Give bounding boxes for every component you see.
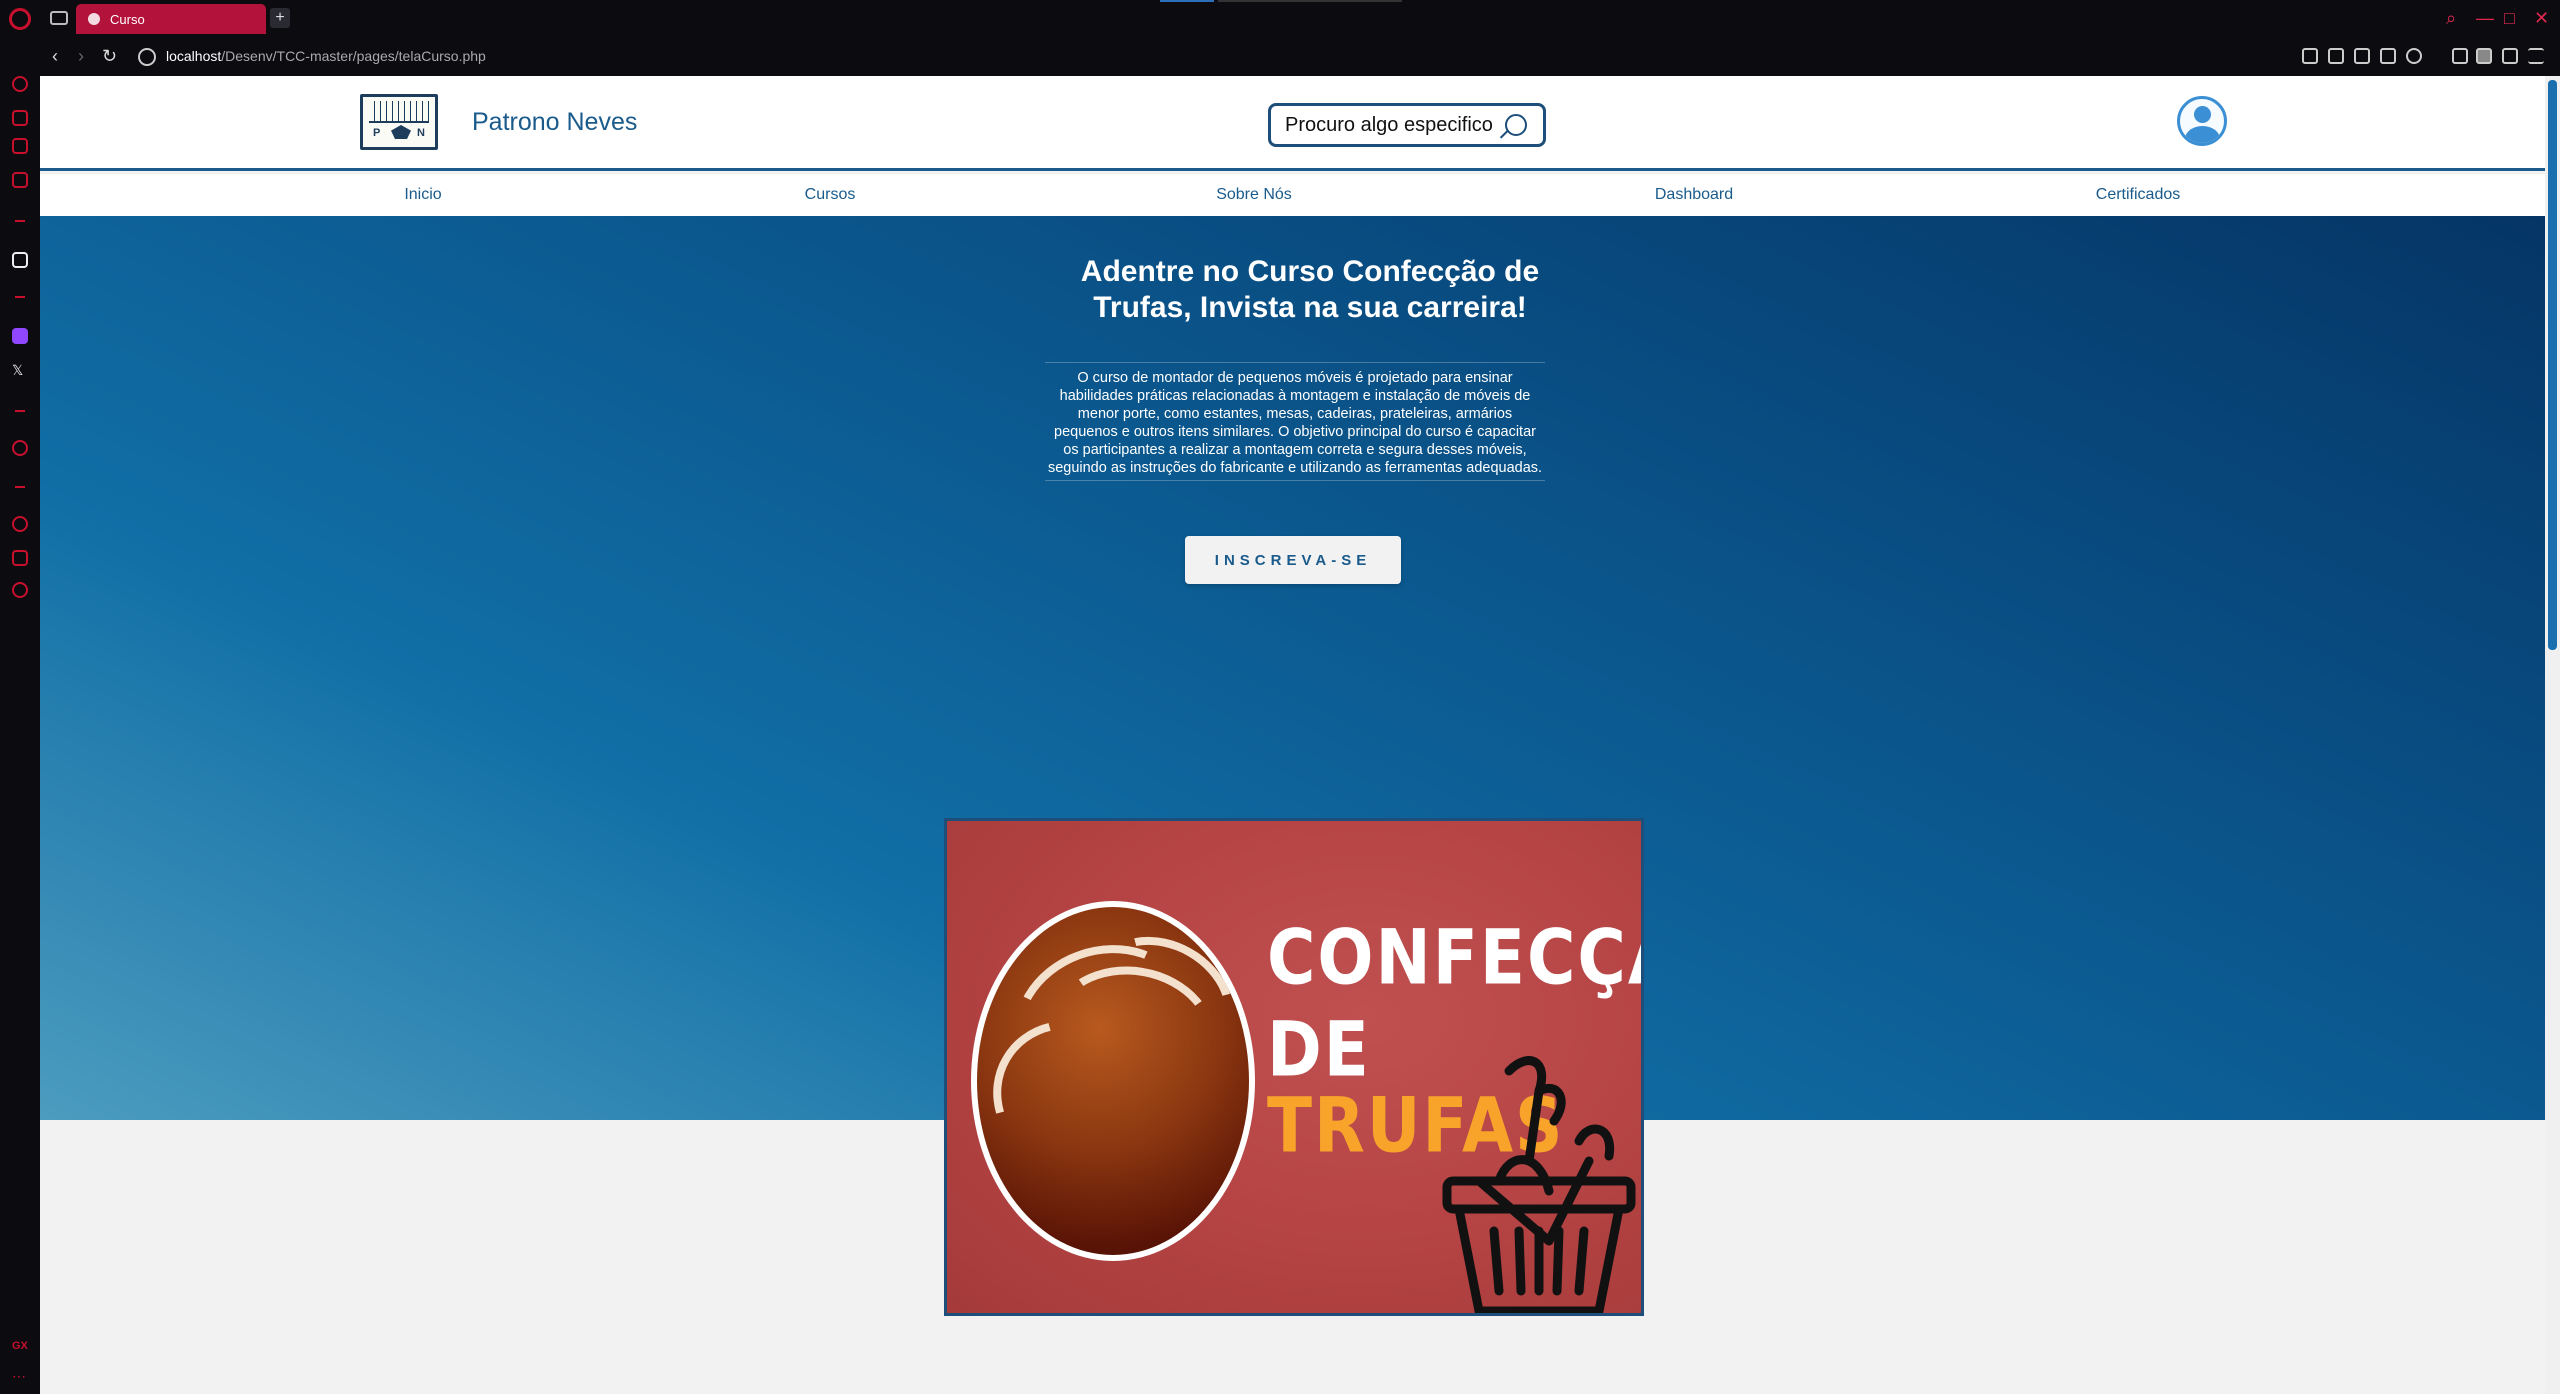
minimize-icon[interactable]: — xyxy=(2476,8,2494,29)
close-icon[interactable]: ✕ xyxy=(2534,8,2549,29)
logo-letter-n: N xyxy=(417,127,425,139)
x-icon[interactable]: 𝕏 xyxy=(12,362,28,378)
hero-description: O curso de montador de pequenos móveis é… xyxy=(1045,362,1545,481)
truffle-illustration xyxy=(965,901,1257,1261)
main-nav: Inicio Cursos Sobre Nós Dashboard Certif… xyxy=(40,174,2545,216)
menu-icon[interactable] xyxy=(2528,48,2544,64)
site-info-icon[interactable] xyxy=(138,48,156,66)
sidebar-divider xyxy=(15,486,25,488)
adblock-icon[interactable] xyxy=(2354,48,2370,64)
player-sidebar-icon[interactable] xyxy=(12,440,28,456)
twitch-icon[interactable] xyxy=(12,328,28,344)
sidebar-divider xyxy=(15,296,25,298)
player-icon[interactable] xyxy=(2380,48,2396,64)
settings-icon[interactable] xyxy=(12,582,28,598)
more-icon[interactable]: ⋯ xyxy=(12,1368,28,1384)
tab-indicator xyxy=(1160,0,1214,2)
gx-icon[interactable]: GX xyxy=(12,1340,28,1356)
search-input[interactable] xyxy=(1285,113,1495,137)
opera-menu-icon[interactable] xyxy=(9,8,31,30)
nav-dashboard[interactable]: Dashboard xyxy=(1655,186,1733,204)
banner-text-de: DE xyxy=(1267,1005,1371,1094)
tab-indicator xyxy=(1218,0,1402,2)
aria-icon[interactable] xyxy=(12,110,28,126)
nav-cursos[interactable]: Cursos xyxy=(805,186,856,204)
avatar-head xyxy=(2194,106,2211,123)
extensions-sidebar-icon[interactable] xyxy=(12,550,28,566)
mail-icon[interactable] xyxy=(12,172,28,188)
url-host: localhost xyxy=(166,48,222,64)
scrollbar-thumb[interactable] xyxy=(2548,80,2557,650)
page-viewport: P N Patrono Neves Inicio Cursos Sobre Nó… xyxy=(40,76,2545,1394)
back-icon[interactable]: ‹ xyxy=(52,46,58,67)
browser-sidebar: 𝕏 GX ⋯ xyxy=(0,76,40,1394)
new-tab-button[interactable]: + xyxy=(270,8,290,28)
active-tab[interactable]: Curso xyxy=(76,4,266,34)
extensions-icon[interactable] xyxy=(2452,48,2468,64)
reload-icon[interactable]: ↻ xyxy=(102,46,117,67)
browser-tab-bar: Curso + ⌕ — □ ✕ xyxy=(0,0,2560,38)
page-scrollbar[interactable] xyxy=(2545,76,2560,1394)
tab-switcher-icon[interactable] xyxy=(50,11,68,25)
enroll-button[interactable]: INSCREVA-SE xyxy=(1185,536,1401,584)
sidebar-divider xyxy=(15,220,25,222)
banner-text-confeccao: CONFECÇÃO xyxy=(1267,913,1641,1002)
maximize-icon[interactable]: □ xyxy=(2504,8,2515,29)
pin-icon[interactable] xyxy=(2302,48,2318,64)
site-name[interactable]: Patrono Neves xyxy=(472,108,637,137)
tab-title: Curso xyxy=(110,11,145,27)
search-tabs-icon[interactable]: ⌕ xyxy=(2446,8,2456,29)
user-avatar-icon[interactable] xyxy=(2177,96,2227,146)
gx-corner-icon[interactable] xyxy=(12,138,28,154)
graduation-cap-icon xyxy=(391,125,411,139)
search-icon[interactable] xyxy=(1505,114,1527,136)
search-box xyxy=(1268,103,1546,147)
nav-certificados[interactable]: Certificados xyxy=(2096,186,2180,204)
download-icon[interactable] xyxy=(2502,48,2518,64)
logo-roof xyxy=(369,101,429,123)
snapshot-icon[interactable] xyxy=(2328,48,2344,64)
nav-sobre-nos[interactable]: Sobre Nós xyxy=(1216,186,1292,204)
site-header: P N Patrono Neves xyxy=(40,76,2545,171)
app-icon[interactable] xyxy=(12,252,28,268)
history-icon[interactable] xyxy=(12,516,28,532)
tab-favicon-icon xyxy=(88,13,100,25)
course-banner-image: CONFECÇÃO DE TRUFAS xyxy=(944,818,1644,1316)
nav-inicio[interactable]: Inicio xyxy=(404,186,441,204)
profile-icon[interactable] xyxy=(2476,48,2492,64)
url-path: /Desenv/TCC-master/pages/telaCurso.php xyxy=(221,48,486,64)
heart-icon[interactable] xyxy=(2406,48,2422,64)
logo-letter-p: P xyxy=(373,127,381,139)
hero-title: Adentre no Curso Confecção de Trufas, In… xyxy=(1080,255,1540,324)
speed-dial-icon[interactable] xyxy=(12,76,28,92)
forward-icon[interactable]: › xyxy=(78,46,84,67)
sidebar-divider xyxy=(15,410,25,412)
url-field[interactable]: localhost/Desenv/TCC-master/pages/telaCu… xyxy=(166,48,486,64)
address-bar: ‹ › ↻ localhost/Desenv/TCC-master/pages/… xyxy=(40,38,2560,76)
site-logo[interactable]: P N xyxy=(360,94,438,150)
basket-icon xyxy=(1442,1056,1636,1313)
avatar-body xyxy=(2185,126,2220,143)
